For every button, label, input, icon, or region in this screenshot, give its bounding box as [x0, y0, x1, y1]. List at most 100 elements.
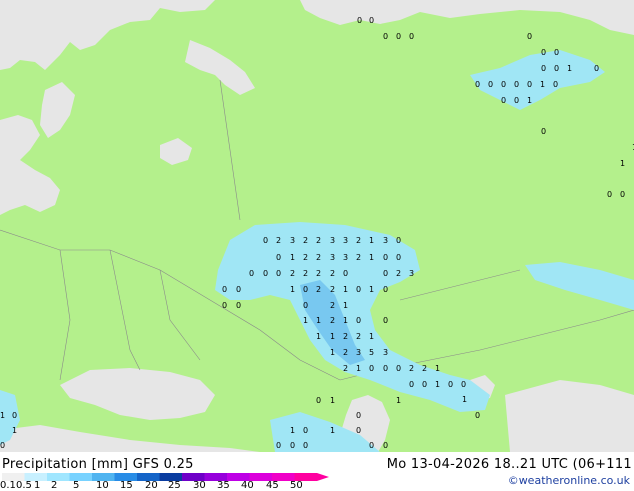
precip-value-label: 0 — [303, 301, 308, 310]
precip-value-label: 0 — [475, 80, 480, 89]
precip-value-label: 0 — [554, 48, 559, 57]
precip-value-label: 0 — [236, 301, 241, 310]
precip-value-label: 0 — [396, 32, 401, 41]
precip-value-label: 0 — [541, 64, 546, 73]
precip-value-label: 2 — [303, 236, 308, 245]
precip-value-label: 3 — [330, 236, 335, 245]
precip-value-label: 0 — [0, 441, 5, 450]
precip-value-label: 0 — [343, 269, 348, 278]
precip-value-label: 0 — [276, 253, 281, 262]
precip-value-label: 0 — [396, 253, 401, 262]
precip-value-label: 0 — [501, 96, 506, 105]
precip-value-label: 0 — [356, 411, 361, 420]
precipitation-color-scale — [2, 473, 329, 481]
precip-value-label: 0 — [303, 426, 308, 435]
precip-value-label: 1 — [343, 301, 348, 310]
precip-value-label: 1 — [396, 396, 401, 405]
scale-label: 0.5 — [16, 480, 32, 491]
precip-value-label: 1 — [369, 285, 374, 294]
scale-label: 50 — [290, 480, 303, 491]
footer: Precipitation [mm] GFS 0.25 Mo 13-04-202… — [0, 452, 634, 491]
precip-value-label: 0 — [514, 80, 519, 89]
precip-value-label: 1 — [527, 96, 532, 105]
precip-value-label: 1 — [462, 395, 467, 404]
precip-value-label: 1 — [435, 364, 440, 373]
precip-value-label: 2 — [316, 285, 321, 294]
precip-value-label: 0 — [383, 32, 388, 41]
precip-value-label: 1 — [343, 316, 348, 325]
southeast-gray-region — [505, 380, 634, 452]
precip-value-label: 1 — [356, 364, 361, 373]
precip-value-label: 0 — [527, 80, 532, 89]
precip-value-label: 0 — [12, 411, 17, 420]
precip-value-label: 1 — [330, 396, 335, 405]
precip-value-label: 1 — [316, 332, 321, 341]
precip-value-label: 0 — [475, 411, 480, 420]
precip-value-label: 2 — [343, 348, 348, 357]
precip-value-label: 0 — [553, 80, 558, 89]
precip-value-label: 0 — [263, 269, 268, 278]
precip-value-label: 3 — [343, 236, 348, 245]
precip-value-label: 0 — [383, 285, 388, 294]
precip-value-label: 1 — [343, 285, 348, 294]
precip-value-label: 0 — [448, 380, 453, 389]
scale-label: 0.1 — [0, 480, 16, 491]
precip-value-label: 0 — [607, 190, 612, 199]
precip-value-label: 1 — [12, 426, 17, 435]
precip-value-label: 2 — [409, 364, 414, 373]
precip-value-label: 1 — [567, 64, 572, 73]
scale-label: 25 — [168, 480, 181, 491]
precip-value-label: 0 — [461, 380, 466, 389]
precip-value-label: 0 — [263, 236, 268, 245]
precip-value-label: 1 — [620, 159, 625, 168]
precip-value-label: 0 — [290, 441, 295, 450]
precip-value-label: 2 — [316, 253, 321, 262]
precip-value-label: 0 — [249, 269, 254, 278]
precip-value-label: 0 — [303, 441, 308, 450]
precip-value-label: 2 — [290, 269, 295, 278]
scale-label: 45 — [266, 480, 279, 491]
precip-value-label: 0 — [276, 441, 281, 450]
precip-value-label: 0 — [276, 269, 281, 278]
precip-value-label: 2 — [343, 364, 348, 373]
precip-value-label: 5 — [369, 348, 374, 357]
precip-value-label: 0 — [356, 285, 361, 294]
precip-value-label: 0 — [222, 285, 227, 294]
precip-value-label: 2 — [343, 332, 348, 341]
precip-value-label: 0 — [527, 32, 532, 41]
precip-value-label: 2 — [330, 316, 335, 325]
precip-value-label: 0 — [514, 96, 519, 105]
precip-value-label: 1 — [303, 316, 308, 325]
precip-value-label: 1 — [330, 332, 335, 341]
precip-value-label: 0 — [357, 16, 362, 25]
precip-value-label: 1 — [316, 316, 321, 325]
precip-value-label: 0 — [422, 380, 427, 389]
precip-value-label: 0 — [409, 380, 414, 389]
precip-value-label: 0 — [369, 364, 374, 373]
precip-value-label: 0 — [541, 48, 546, 57]
precip-value-label: 0 — [541, 127, 546, 136]
precip-value-label: 1 — [330, 348, 335, 357]
precip-value-label: 1 — [369, 332, 374, 341]
precip-value-label: 0 — [501, 80, 506, 89]
precip-value-label: 0 — [396, 364, 401, 373]
precipitation-map: 0000000000100000010001011000232233213001… — [0, 0, 634, 452]
precip-value-label: 3 — [343, 253, 348, 262]
precip-value-label: 2 — [330, 269, 335, 278]
precip-value-label: 2 — [356, 332, 361, 341]
precip-value-label: 0 — [222, 301, 227, 310]
precip-value-label: 0 — [303, 285, 308, 294]
precip-value-label: 0 — [369, 16, 374, 25]
scale-label: 10 — [96, 480, 109, 491]
precip-value-label: 2 — [276, 236, 281, 245]
precip-value-label: 0 — [383, 253, 388, 262]
scale-label: 20 — [145, 480, 158, 491]
scale-label: 15 — [120, 480, 133, 491]
site-credit[interactable]: ©weatheronline.co.uk — [508, 474, 630, 487]
precip-value-label: 0 — [383, 441, 388, 450]
precip-value-label: 2 — [316, 269, 321, 278]
precip-value-label: 3 — [356, 348, 361, 357]
precip-value-label: 0 — [409, 32, 414, 41]
precip-value-label: 0 — [554, 64, 559, 73]
precip-value-label: 0 — [356, 316, 361, 325]
